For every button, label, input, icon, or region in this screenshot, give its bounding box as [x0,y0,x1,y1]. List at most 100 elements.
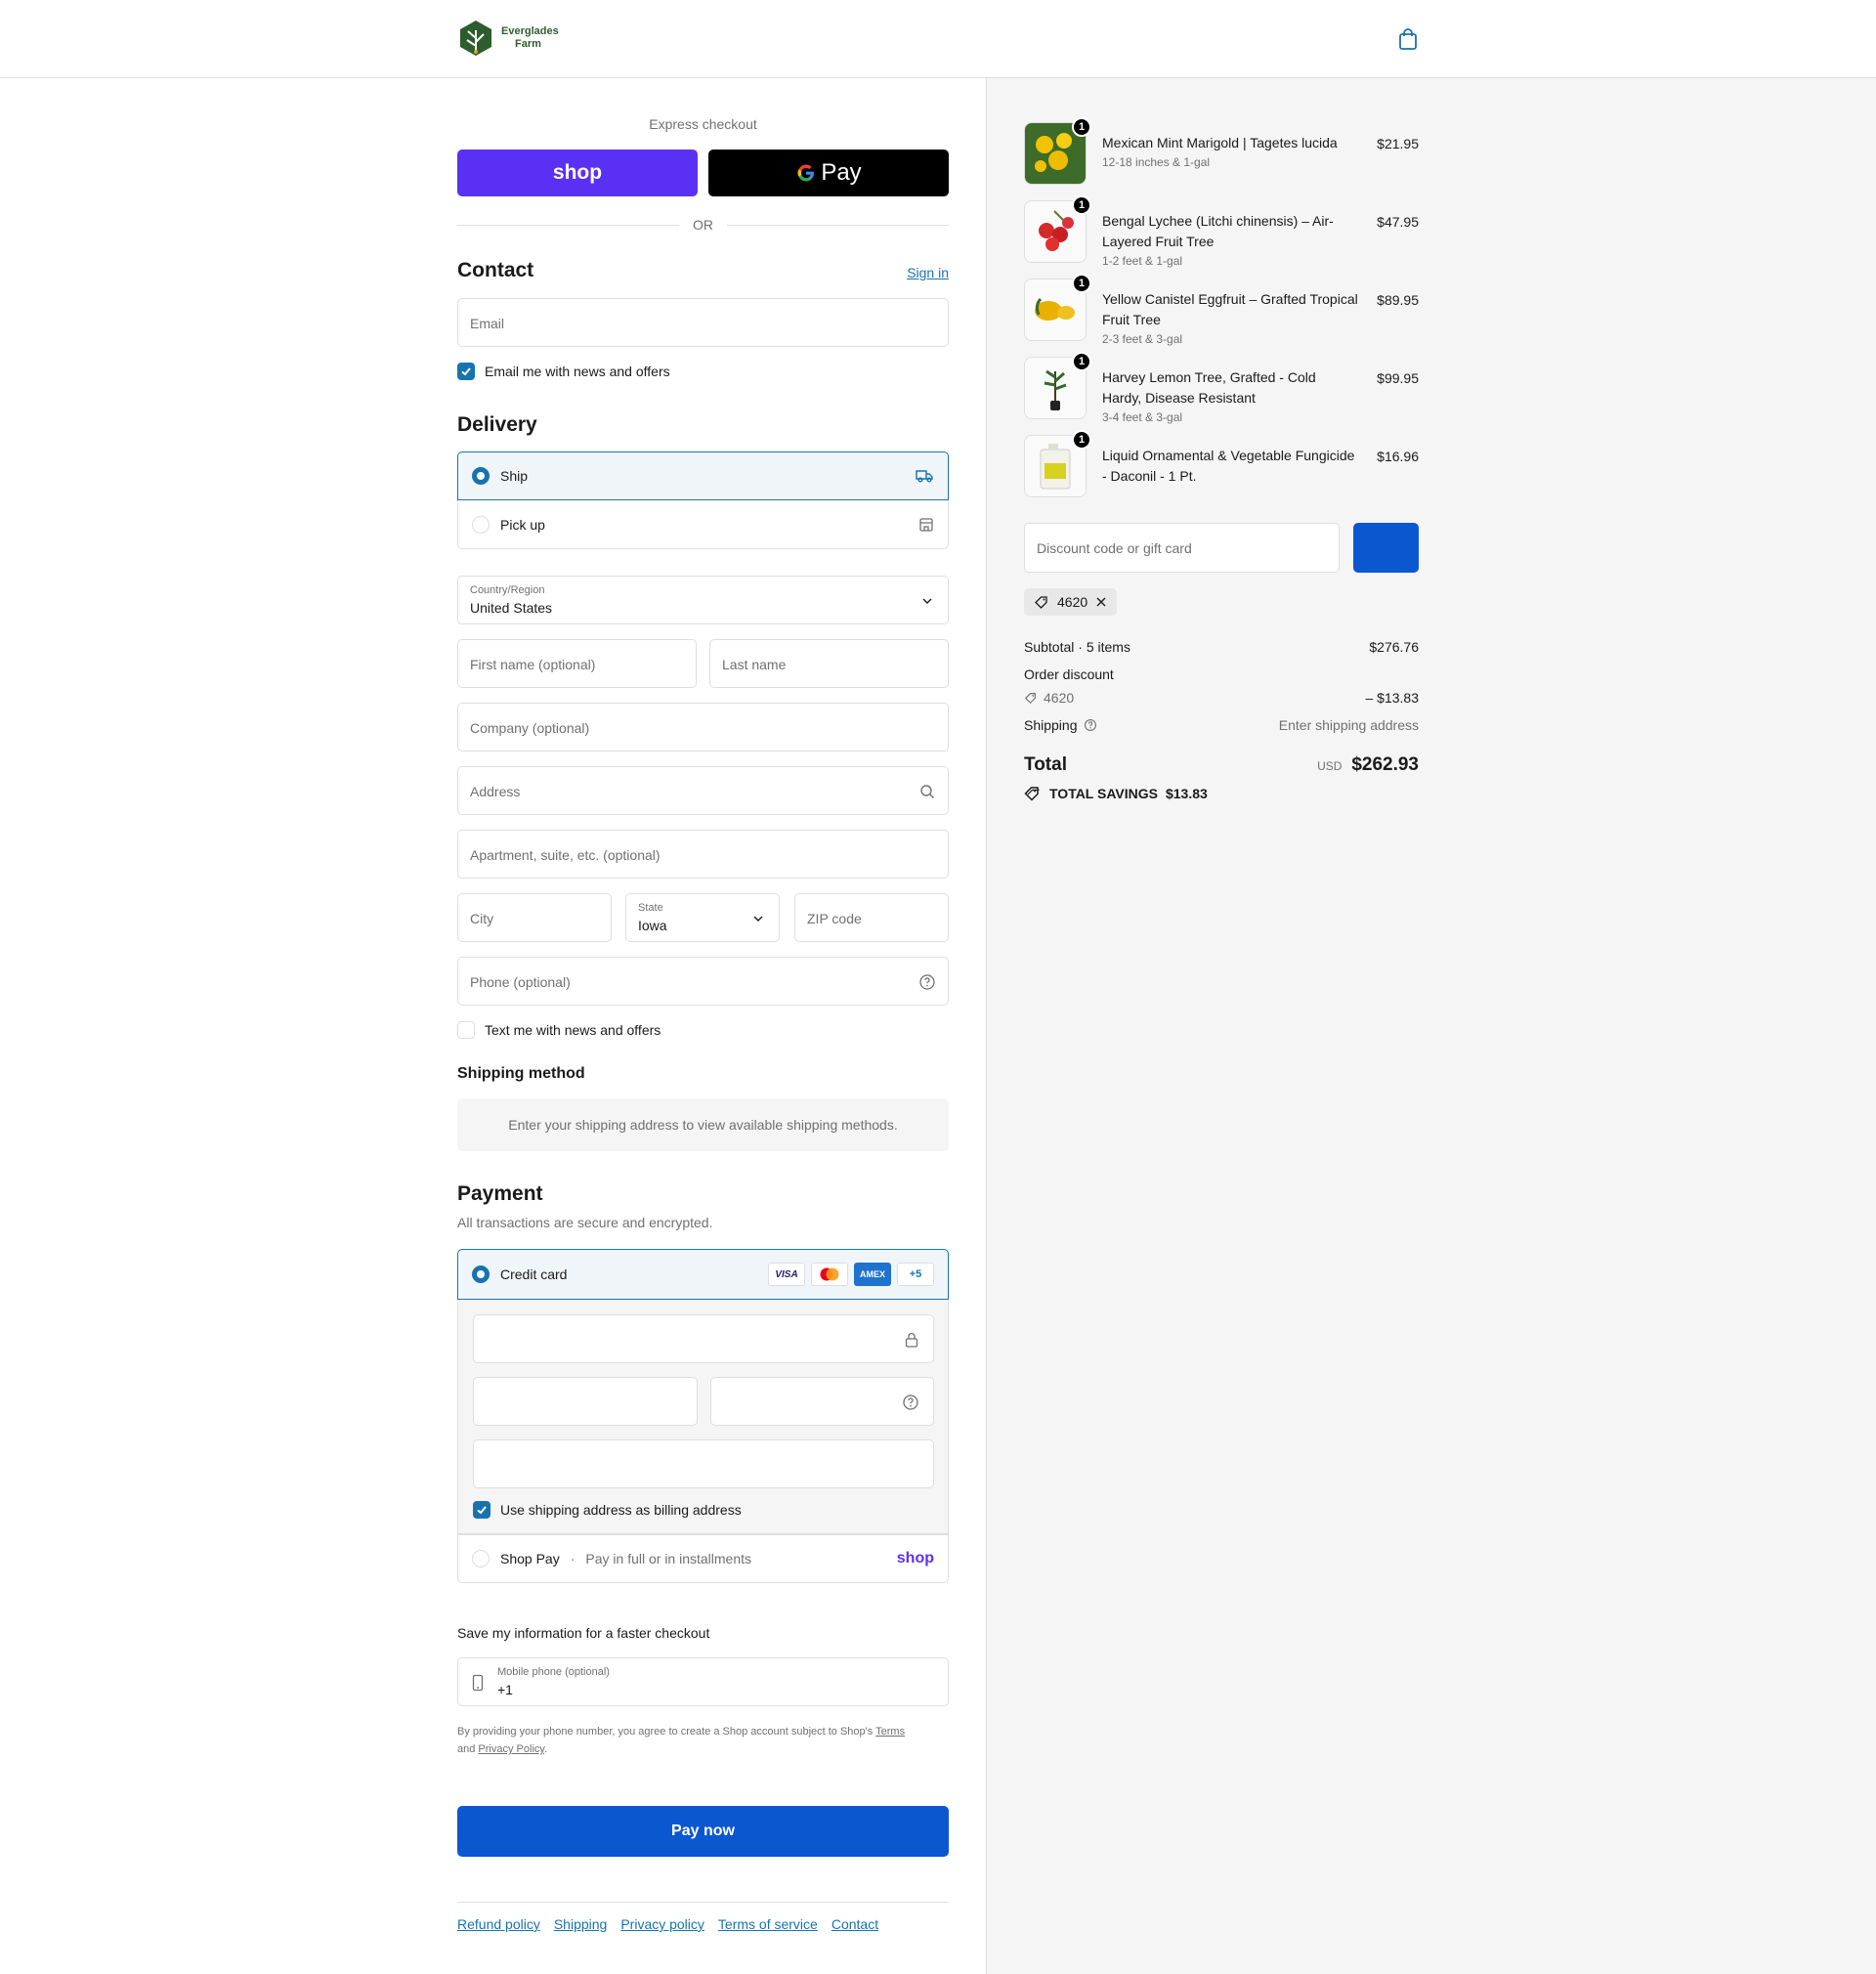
leaf-logo-icon [460,21,491,56]
card-expiry-field[interactable] [473,1377,698,1426]
amex-logo-icon: AMEX [854,1263,891,1286]
item-price: $99.95 [1377,370,1419,386]
address-field[interactable]: Address [457,766,949,815]
tag-icon [1024,693,1036,705]
check-icon [461,367,471,376]
currency-code: USD [1317,759,1343,773]
or-divider: OR [457,215,949,235]
close-icon[interactable] [1095,596,1107,608]
billing-same-checkbox-row[interactable]: Use shipping address as billing address [473,1501,742,1519]
item-variant: 12-18 inches & 1-gal [1102,155,1211,169]
product-image-marigold: 1 [1024,117,1091,185]
last-name-field[interactable]: Last name [709,639,949,688]
footer-refund-policy-link[interactable]: Refund policy [457,1916,540,1932]
country-select[interactable]: Country/Region United States [457,576,949,624]
apply-discount-button[interactable] [1353,523,1419,573]
save-info-disclaimer: By providing your phone number, you agre… [457,1726,906,1755]
item-variant: 2-3 feet & 3-gal [1102,332,1183,346]
truck-icon [916,470,933,483]
item-name: Bengal Lychee (Litchi chinensis) – Air-L… [1102,213,1334,249]
payment-option-shop-pay[interactable]: Shop Pay · Pay in full or in installment… [457,1534,949,1583]
applied-discount-chip: 4620 [1024,588,1118,616]
zip-field[interactable]: ZIP code [794,893,949,942]
order-discount-row: Order discount [1024,666,1114,682]
company-field[interactable]: Company (optional) [457,703,949,751]
total-row: Total USD $262.93 [1024,754,1419,776]
state-select[interactable]: State Iowa [625,893,780,942]
mobile-phone-icon [472,1674,484,1692]
google-g-icon [797,164,815,182]
contact-title: Contact [457,259,534,281]
credit-card-radio[interactable] [472,1266,490,1283]
brand-logo[interactable]: Everglades Farm [456,19,564,58]
pay-now-button[interactable]: Pay now [457,1806,949,1857]
discount-code-input[interactable]: Discount code or gift card [1024,523,1340,573]
apartment-field[interactable]: Apartment, suite, etc. (optional) [457,830,949,879]
brand-line-1: Everglades [501,25,559,37]
help-circle-icon[interactable] [902,1394,919,1411]
delivery-option-ship[interactable]: Ship [457,451,949,500]
quantity-badge: 1 [1072,117,1091,137]
brand-line-2: Farm [515,38,541,50]
google-pay-button[interactable]: Pay [708,150,949,196]
footer-privacy-policy-link[interactable]: Privacy policy [620,1916,704,1932]
text-offers-checkbox[interactable] [457,1021,475,1039]
shop-pay-express-button[interactable]: shop [457,150,698,196]
order-summary-panel [986,78,1876,1974]
shipping-method-title: Shipping method [457,1065,585,1082]
credit-card-form: Use shipping address as billing address [457,1300,949,1534]
email-field[interactable]: Email [457,298,949,347]
text-offers-checkbox-row[interactable]: Text me with news and offers [457,1021,661,1039]
item-variant: 1-2 feet & 1-gal [1102,254,1183,268]
chevron-down-icon [753,916,763,922]
name-on-card-field[interactable] [473,1439,934,1488]
email-offers-checkbox-row[interactable]: Email me with news and offers [457,363,670,380]
help-circle-icon[interactable] [918,973,936,991]
footer-links: Refund policy Shipping Privacy policy Te… [457,1916,878,1932]
help-circle-icon[interactable] [1084,718,1097,732]
quantity-badge: 1 [1072,430,1091,450]
card-security-code-field[interactable] [710,1377,934,1426]
email-offers-checkbox[interactable] [457,363,475,380]
shipping-method-note: Enter your shipping address to view avai… [457,1098,949,1151]
footer-terms-of-service-link[interactable]: Terms of service [718,1916,818,1932]
product-image-lemon-tree: 1 [1024,352,1091,419]
pickup-radio[interactable] [472,515,490,534]
save-info-title: Save my information for a faster checkou… [457,1625,710,1641]
subtotal-row: Subtotal · 5 items $276.76 [1024,639,1419,655]
shopping-bag-icon[interactable] [1397,27,1419,51]
first-name-field[interactable]: First name (optional) [457,639,697,688]
site-header: Everglades Farm [0,0,1876,78]
terms-link[interactable]: Terms [875,1726,905,1738]
total-label: Total [1024,754,1067,775]
footer-divider [457,1902,949,1903]
lock-icon [905,1332,918,1348]
search-icon [920,785,934,798]
chevron-down-icon [922,598,932,604]
shop-pay-radio[interactable] [472,1550,490,1567]
item-name: Mexican Mint Marigold | Tagetes lucida [1102,135,1338,150]
footer-contact-link[interactable]: Contact [831,1916,878,1932]
footer-shipping-link[interactable]: Shipping [554,1916,608,1932]
ship-radio[interactable] [472,467,490,485]
item-price: $21.95 [1377,136,1419,151]
delivery-option-pickup[interactable]: Pick up [457,500,949,549]
mobile-phone-field[interactable]: Mobile phone (optional) +1 [457,1657,949,1706]
tag-icon [1035,596,1047,609]
total-savings: TOTAL SAVINGS $13.83 [1024,786,1208,801]
total-value: $262.93 [1351,754,1419,775]
express-checkout-label: Express checkout [649,116,757,132]
card-number-field[interactable] [473,1314,934,1363]
sign-in-link[interactable]: Sign in [907,265,949,280]
delivery-title: Delivery [457,413,537,436]
payment-option-credit-card[interactable]: Credit card VISA AMEX +5 [457,1249,949,1300]
privacy-policy-link[interactable]: Privacy Policy [478,1743,544,1755]
mastercard-logo-icon [811,1263,848,1286]
phone-field[interactable]: Phone (optional) [457,957,949,1006]
visa-logo-icon: VISA [768,1263,805,1286]
quantity-badge: 1 [1072,274,1091,293]
city-field[interactable]: City [457,893,612,942]
quantity-badge: 1 [1072,195,1091,215]
store-icon [919,517,933,532]
billing-same-checkbox[interactable] [473,1501,490,1519]
